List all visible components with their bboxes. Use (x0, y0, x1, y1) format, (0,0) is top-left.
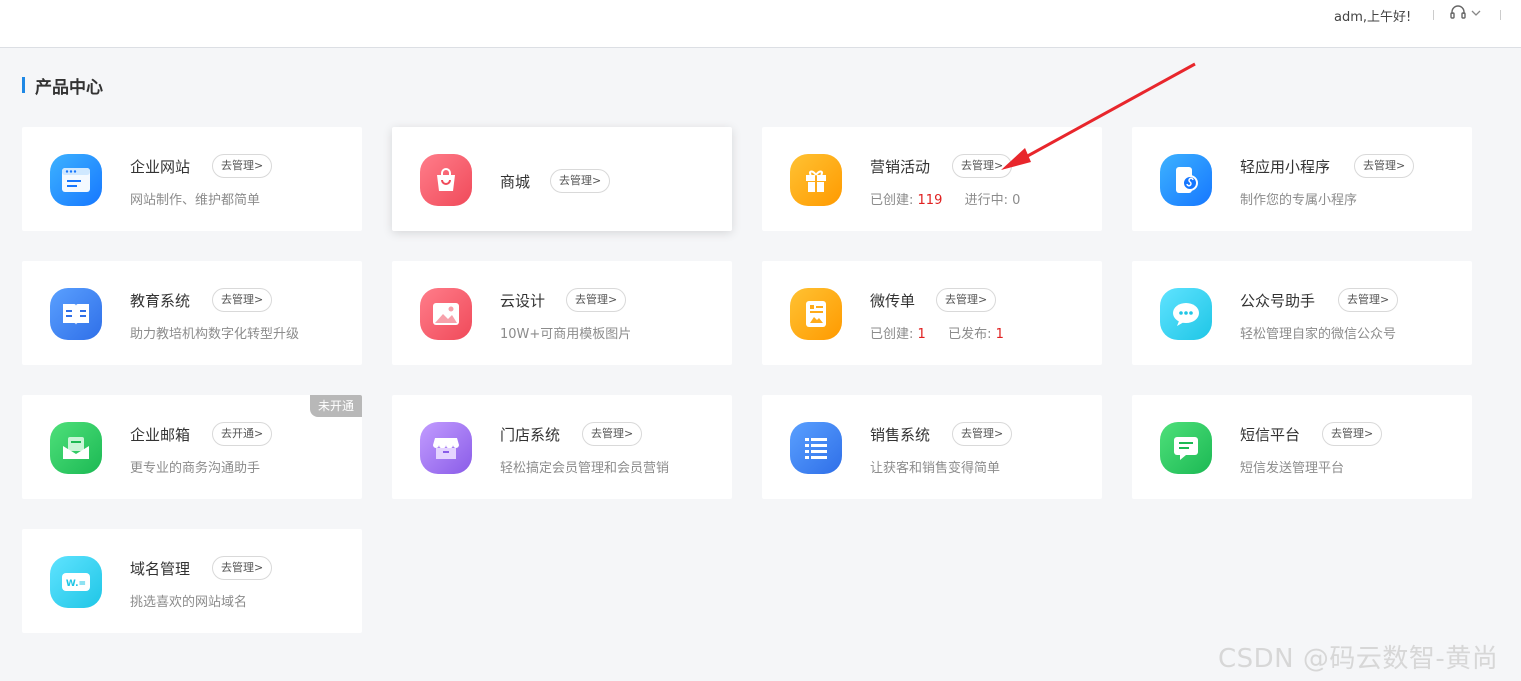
manage-button[interactable]: 去管理> (212, 288, 273, 312)
book-icon (50, 288, 102, 340)
card-description: 制作您的专属小程序 (1240, 193, 1358, 208)
manage-button[interactable]: 去管理> (952, 422, 1013, 446)
wechat-icon (1160, 288, 1212, 340)
activity-stats: 已创建: 119 进行中: 0 (870, 189, 1020, 208)
manage-button[interactable]: 去管理> (550, 169, 611, 193)
chevron-down-icon (1471, 10, 1481, 16)
flyer-icon (790, 288, 842, 340)
created-label: 已创建: (870, 327, 914, 342)
card-title: 教育系统 (130, 292, 191, 310)
card-title: 门店系统 (500, 426, 561, 444)
card-description: 挑选喜欢的网站域名 (130, 595, 248, 610)
product-card-marketing[interactable]: 营销活动 去管理> 已创建: 119 进行中: 0 (762, 127, 1102, 231)
card-title: 云设计 (500, 292, 546, 310)
product-card-cloud-design[interactable]: 云设计 去管理> 10W+可商用模板图片 (392, 261, 732, 365)
product-card-sales[interactable]: 销售系统 去管理> 让获客和销售变得简单 (762, 395, 1102, 499)
product-card-store[interactable]: 门店系统 去管理> 轻松搞定会员管理和会员营销 (392, 395, 732, 499)
manage-button[interactable]: 去管理> (212, 154, 273, 178)
card-title: 商城 (500, 173, 531, 191)
product-card-mall[interactable]: 商城 去管理> (392, 127, 732, 231)
created-count: 119 (917, 193, 943, 208)
chat-icon (1160, 422, 1212, 474)
manage-button[interactable]: 去管理> (952, 154, 1013, 178)
image-icon (420, 288, 472, 340)
card-description: 助力教培机构数字化转型升级 (130, 327, 300, 342)
flyer-stats: 已创建: 1 已发布: 1 (870, 323, 1004, 342)
product-card-sms[interactable]: 短信平台 去管理> 短信发送管理平台 (1132, 395, 1472, 499)
manage-button[interactable]: 去管理> (1322, 422, 1383, 446)
card-title: 微传单 (870, 292, 916, 310)
product-card-domain[interactable]: W.= 域名管理 去管理> 挑选喜欢的网站域名 (22, 529, 362, 633)
card-description: 让获客和销售变得简单 (870, 461, 1001, 476)
browser-icon (50, 154, 102, 206)
divider (1433, 10, 1434, 20)
product-card-official-account[interactable]: 公众号助手 去管理> 轻松管理自家的微信公众号 (1132, 261, 1472, 365)
manage-button[interactable]: 去管理> (582, 422, 643, 446)
published-count: 1 (995, 327, 1004, 342)
card-title: 域名管理 (130, 560, 191, 578)
product-card-flyer[interactable]: 微传单 去管理> 已创建: 1 已发布: 1 (762, 261, 1102, 365)
card-title: 轻应用小程序 (1240, 158, 1331, 176)
card-description: 短信发送管理平台 (1240, 461, 1345, 476)
card-description: 10W+可商用模板图片 (500, 327, 632, 342)
published-label: 已发布: (948, 327, 992, 342)
gift-icon (790, 154, 842, 206)
product-card-miniapp[interactable]: 轻应用小程序 去管理> 制作您的专属小程序 (1132, 127, 1472, 231)
headset-icon (1450, 5, 1466, 19)
user-greeting: adm,上午好! (1334, 10, 1412, 25)
section-title: 产品中心 (35, 77, 103, 98)
created-label: 已创建: (870, 193, 914, 208)
manage-button[interactable]: 去管理> (1354, 154, 1415, 178)
watermark: CSDN @码云数智-黄尚 (1218, 644, 1499, 674)
created-count: 1 (917, 327, 926, 342)
product-card-website[interactable]: 企业网站 去管理> 网站制作、维护都简单 (22, 127, 362, 231)
manage-button[interactable]: 去管理> (212, 556, 273, 580)
domain-icon: W.= (50, 556, 102, 608)
manage-button[interactable]: 去管理> (936, 288, 997, 312)
card-title: 短信平台 (1240, 426, 1301, 444)
divider (1500, 10, 1501, 20)
running-count: 0 (1012, 193, 1021, 208)
shopping-bag-icon (420, 154, 472, 206)
not-activated-badge: 未开通 (310, 395, 362, 417)
top-bar: adm,上午好! (0, 0, 1521, 48)
manage-button[interactable]: 去管理> (1338, 288, 1399, 312)
card-title: 公众号助手 (1240, 292, 1316, 310)
product-card-mail[interactable]: 未开通 企业邮箱 去开通> 更专业的商务沟通助手 (22, 395, 362, 499)
card-title: 销售系统 (870, 426, 931, 444)
card-title: 营销活动 (870, 158, 931, 176)
svg-text:W.=: W.= (66, 579, 86, 589)
list-icon (790, 422, 842, 474)
activate-button[interactable]: 去开通> (212, 422, 273, 446)
support-menu[interactable] (1449, 4, 1485, 22)
store-icon (420, 422, 472, 474)
card-description: 网站制作、维护都简单 (130, 193, 261, 208)
product-card-education[interactable]: 教育系统 去管理> 助力教培机构数字化转型升级 (22, 261, 362, 365)
section-accent-bar (22, 77, 25, 93)
section-header: 产品中心 (22, 74, 103, 98)
card-description: 轻松管理自家的微信公众号 (1240, 327, 1397, 342)
card-description: 轻松搞定会员管理和会员营销 (500, 461, 670, 476)
card-description: 更专业的商务沟通助手 (130, 461, 261, 476)
mail-icon (50, 422, 102, 474)
mini-program-icon (1160, 154, 1212, 206)
card-title: 企业网站 (130, 158, 191, 176)
card-title: 企业邮箱 (130, 426, 191, 444)
running-label: 进行中: (964, 193, 1009, 208)
manage-button[interactable]: 去管理> (566, 288, 627, 312)
